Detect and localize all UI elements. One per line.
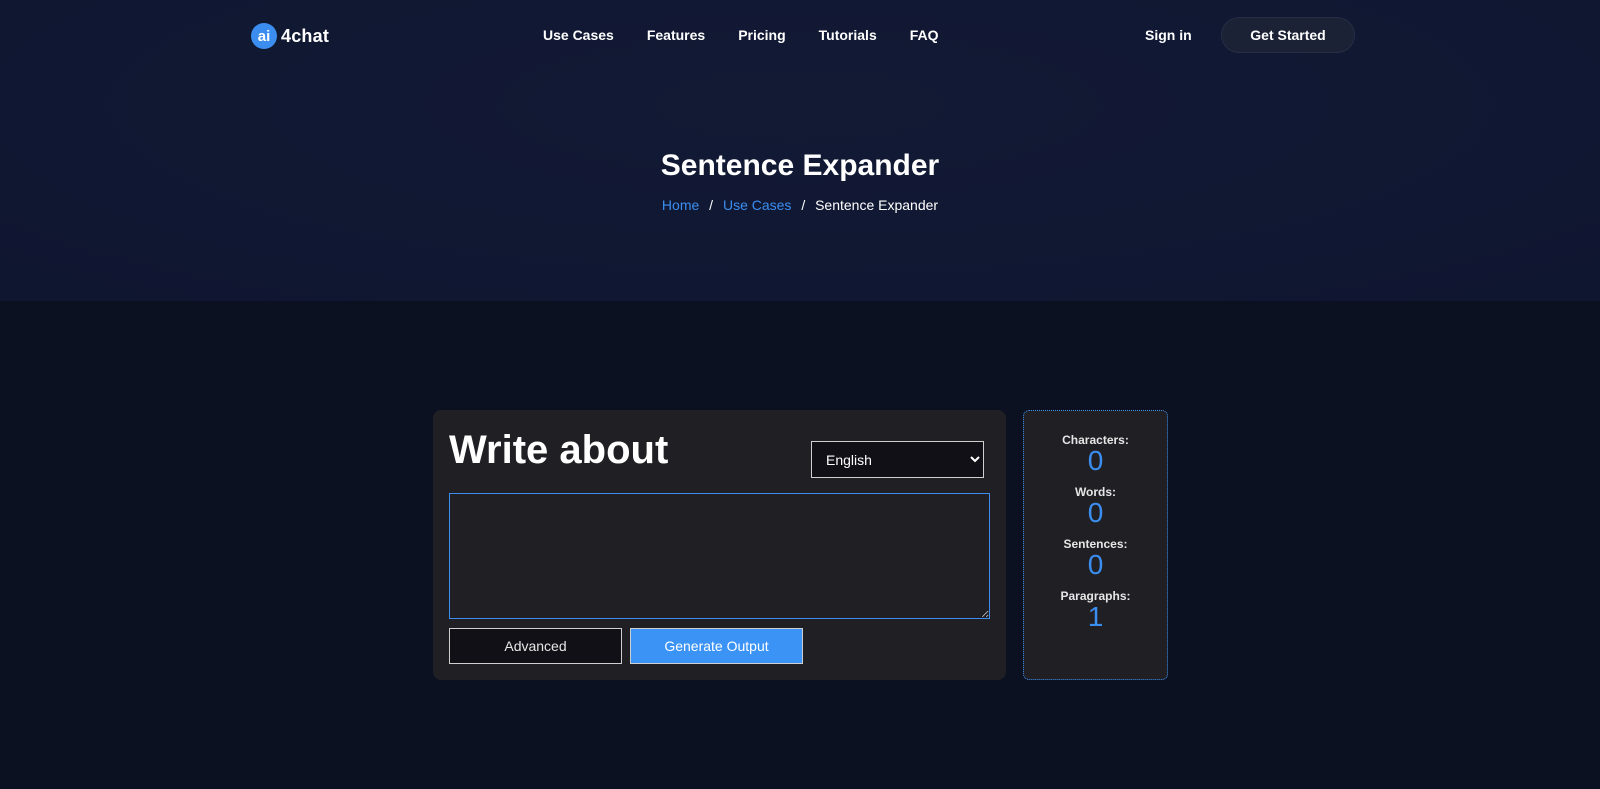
nav-features[interactable]: Features	[647, 27, 705, 43]
text-stats-panel: Characters: 0 Words: 0 Sentences: 0 Para…	[1023, 410, 1168, 680]
editor-card: Write about English Advanced Generate Ou…	[433, 410, 1006, 680]
breadcrumb-use-cases[interactable]: Use Cases	[723, 197, 791, 213]
stat-characters: Characters: 0	[1024, 433, 1167, 476]
logo-text: 4chat	[281, 25, 330, 46]
breadcrumb-separator: /	[709, 197, 714, 213]
hero-section: ai 4chat Use Cases Features Pricing Tuto…	[0, 0, 1600, 301]
nav-pricing[interactable]: Pricing	[738, 27, 785, 43]
breadcrumb-separator: /	[801, 197, 806, 213]
nav-faq[interactable]: FAQ	[910, 27, 939, 43]
nav-tutorials[interactable]: Tutorials	[819, 27, 877, 43]
stat-paragraphs: Paragraphs: 1	[1024, 589, 1167, 632]
advanced-button[interactable]: Advanced	[449, 628, 622, 664]
breadcrumb-current: Sentence Expander	[815, 197, 939, 213]
breadcrumb-home[interactable]: Home	[662, 197, 699, 213]
write-about-textarea[interactable]	[449, 493, 990, 619]
logo[interactable]: ai 4chat	[251, 23, 329, 49]
page-title: Sentence Expander	[660, 149, 940, 182]
stat-value: 0	[1087, 445, 1104, 476]
breadcrumb: Home / Use Cases / Sentence Expander	[0, 197, 1600, 213]
stat-sentences: Sentences: 0	[1024, 537, 1167, 580]
nav-links: Use Cases Features Pricing Tutorials FAQ	[543, 27, 972, 43]
language-select[interactable]: English	[811, 441, 984, 478]
stat-words: Words: 0	[1024, 485, 1167, 528]
stat-value: 0	[1087, 549, 1104, 580]
generate-output-button[interactable]: Generate Output	[630, 628, 803, 664]
logo-badge-icon: ai	[251, 23, 277, 49]
sign-in-link[interactable]: Sign in	[1145, 27, 1192, 43]
stat-value: 1	[1087, 601, 1104, 632]
editor-title: Write about	[449, 428, 669, 472]
get-started-button[interactable]: Get Started	[1221, 17, 1355, 53]
nav-use-cases[interactable]: Use Cases	[543, 27, 614, 43]
stat-value: 0	[1087, 497, 1104, 528]
top-navigation: ai 4chat Use Cases Features Pricing Tuto…	[0, 17, 1600, 53]
